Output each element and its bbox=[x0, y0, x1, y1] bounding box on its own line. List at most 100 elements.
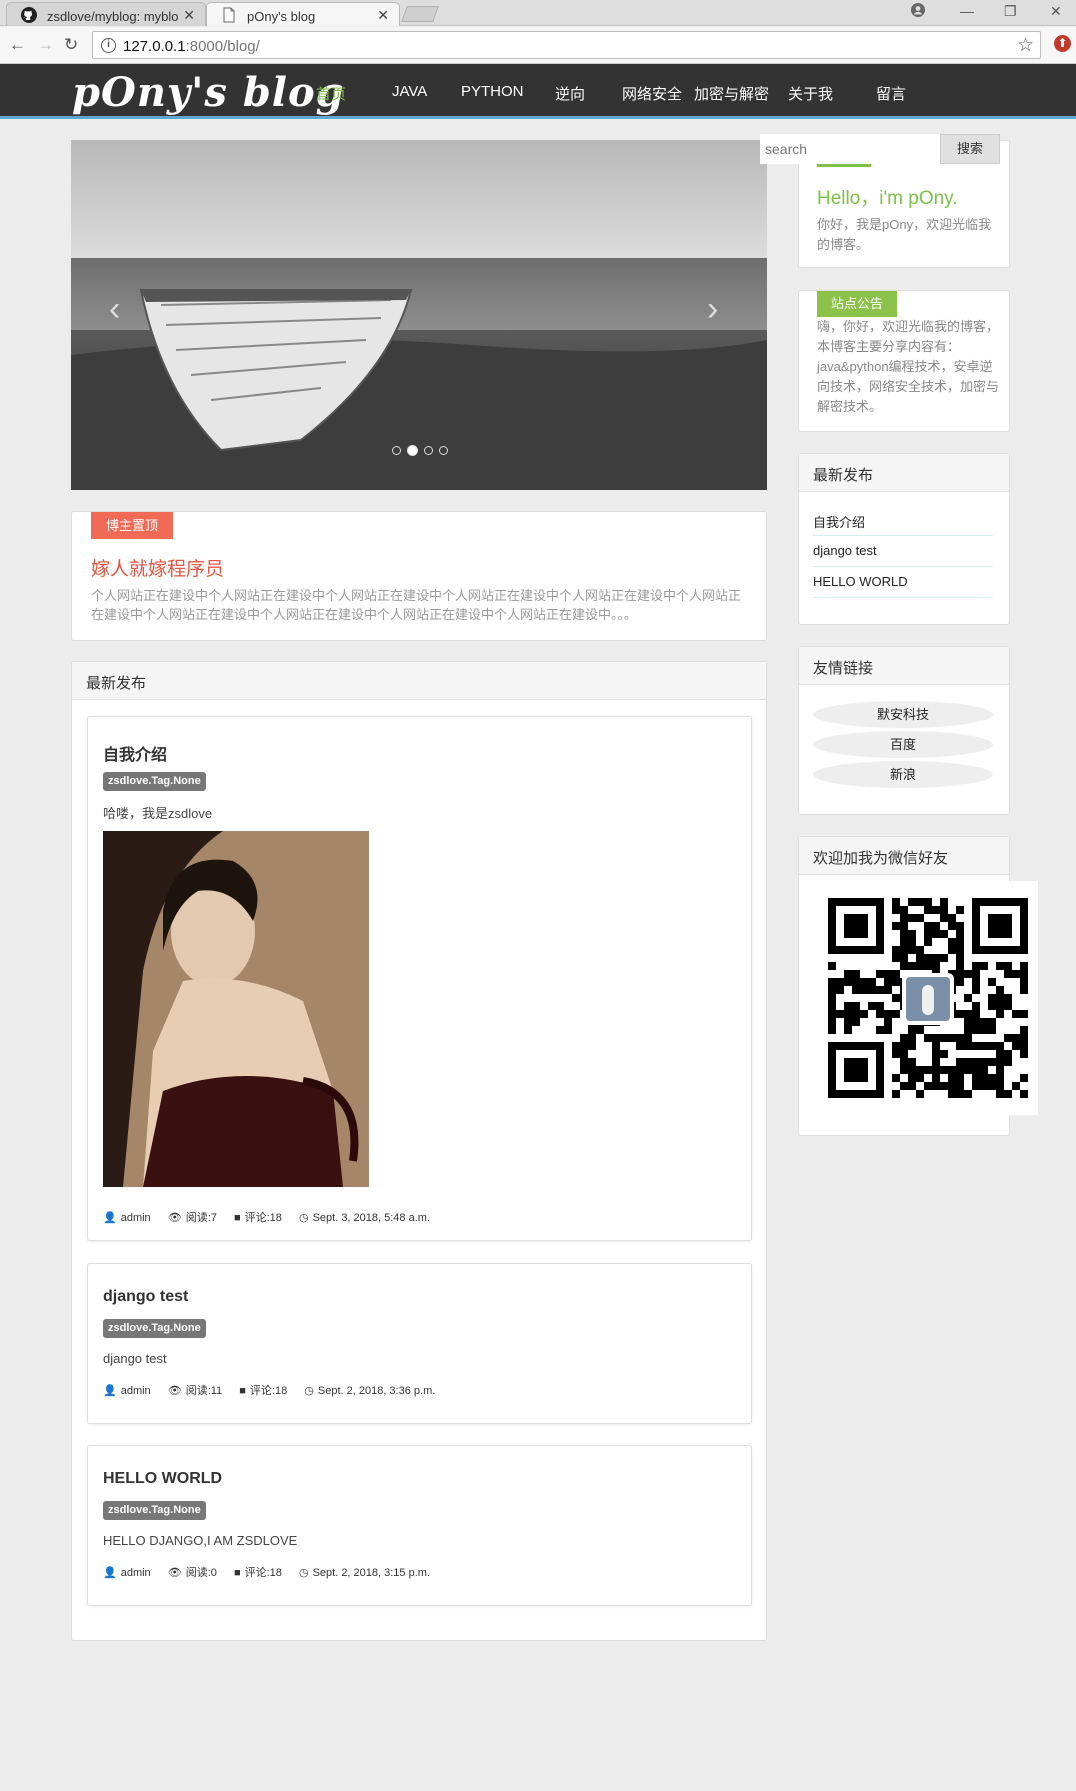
post-card: django test zsdlove.Tag.None django test… bbox=[87, 1263, 752, 1424]
carousel-prev-icon[interactable]: ‹ bbox=[109, 290, 120, 329]
pinned-post-card: 博主置顶 嫁人就嫁程序员 个人网站正在建设中个人网站正在建设中个人网站正在建设中… bbox=[71, 511, 767, 641]
user-icon: 👤 bbox=[103, 1212, 117, 1224]
browser-tabbar: zsdlove/myblog: myblo ✕ pOny's blog ✕ — … bbox=[0, 0, 1076, 26]
comment-icon: ■ bbox=[233, 1212, 241, 1224]
post-tag[interactable]: zsdlove.Tag.None bbox=[103, 1501, 206, 1520]
about-text: 你好，我是pOny，欢迎光临我的博客。 bbox=[817, 217, 992, 252]
reload-icon[interactable]: ↻ bbox=[64, 36, 78, 54]
site-logo[interactable]: pOny's blog bbox=[72, 69, 345, 116]
post-tag[interactable]: zsdlove.Tag.None bbox=[103, 1319, 206, 1338]
post-reads: 阅读:0 bbox=[185, 1567, 217, 1579]
post-card: 自我介绍 zsdlove.Tag.None 哈喽，我是zsdlove 👤 admi… bbox=[87, 716, 752, 1241]
carousel-dot[interactable] bbox=[392, 446, 401, 456]
wechat-card: 欢迎加我为微信好友 bbox=[798, 836, 1038, 1136]
links-heading: 友情链接 bbox=[799, 647, 1009, 685]
user-icon: 👤 bbox=[103, 1567, 117, 1579]
github-icon bbox=[21, 7, 37, 23]
post-tag[interactable]: zsdlove.Tag.None bbox=[103, 772, 206, 791]
notice-text: 嗨，你好，欢迎光临我的博客，本博客主要分享内容有：java&python编程技术… bbox=[817, 319, 1000, 414]
post-meta: 👤 admin 👁 阅读:7 ■ 评论:18 ◷ Sept. 3, 2018, 5:48… bbox=[103, 1209, 444, 1225]
browser-tab-github[interactable]: zsdlove/myblog: myblo ✕ bbox=[6, 2, 206, 26]
restore-icon[interactable]: ❐ bbox=[1004, 3, 1017, 20]
user-icon: 👤 bbox=[103, 1385, 117, 1397]
new-tab-button[interactable] bbox=[401, 6, 439, 22]
search-input[interactable] bbox=[760, 134, 940, 164]
recent-posts-card: 最新发布 自我介绍 django test HELLO WORLD bbox=[798, 453, 1010, 625]
site-info-icon[interactable]: i bbox=[101, 38, 116, 53]
nav-java[interactable]: JAVA bbox=[392, 83, 427, 100]
post-excerpt: django test bbox=[103, 1351, 167, 1366]
tab-title: pOny's blog bbox=[247, 9, 316, 24]
address-bar[interactable]: i 127.0.0.1:8000/blog/ ☆ bbox=[92, 31, 1041, 59]
post-excerpt: HELLO DJANGO,I AM ZSDLOVE bbox=[103, 1533, 298, 1548]
nav-guestbook[interactable]: 留言 bbox=[876, 83, 906, 104]
search-form: 搜索 bbox=[760, 134, 1002, 164]
nav-home[interactable]: 首页 bbox=[316, 83, 346, 104]
carousel-dot[interactable] bbox=[424, 446, 433, 456]
minimize-icon[interactable]: — bbox=[960, 3, 974, 19]
post-author[interactable]: admin bbox=[121, 1567, 151, 1579]
post-comments[interactable]: 评论:18 bbox=[245, 1567, 282, 1579]
wechat-qr-code bbox=[818, 881, 1038, 1115]
recent-post-link[interactable]: HELLO WORLD bbox=[813, 567, 993, 598]
nav-security[interactable]: 网络安全 bbox=[622, 83, 682, 104]
post-comments[interactable]: 评论:18 bbox=[250, 1385, 287, 1397]
post-title[interactable]: 自我介绍 bbox=[103, 741, 167, 765]
forward-icon[interactable]: → bbox=[37, 36, 54, 54]
clock-icon: ◷ bbox=[304, 1385, 314, 1397]
friend-links-card: 友情链接 默安科技 百度 新浪 bbox=[798, 646, 1010, 815]
carousel-indicators bbox=[389, 442, 451, 457]
close-tab-icon[interactable]: ✕ bbox=[377, 7, 389, 24]
tab-title: zsdlove/myblog: myblo bbox=[47, 9, 179, 24]
clock-icon: ◷ bbox=[298, 1212, 309, 1224]
post-author[interactable]: admin bbox=[121, 1212, 151, 1224]
nav-reverse[interactable]: 逆向 bbox=[555, 83, 585, 104]
post-date: Sept. 3, 2018, 5:48 a.m. bbox=[312, 1212, 430, 1224]
panel-heading: 最新发布 bbox=[72, 662, 766, 700]
back-icon[interactable]: ← bbox=[9, 36, 26, 54]
post-author[interactable]: admin bbox=[121, 1385, 151, 1397]
carousel-next-icon[interactable]: › bbox=[707, 290, 718, 329]
post-date: Sept. 2, 2018, 3:36 p.m. bbox=[317, 1385, 436, 1397]
about-hello: Hello，i'm pOny. bbox=[817, 188, 958, 209]
qr-avatar bbox=[902, 973, 954, 1025]
nav-crypto[interactable]: 加密与解密 bbox=[694, 83, 769, 104]
friend-link[interactable]: 默安科技 bbox=[813, 701, 993, 728]
recent-post-link[interactable]: 自我介绍 bbox=[813, 505, 993, 536]
wechat-heading: 欢迎加我为微信好友 bbox=[799, 837, 1009, 875]
post-meta: 👤 admin 👁 阅读:11 ■ 评论:18 ◷ Sept. 2, 2018, 3:3… bbox=[103, 1382, 449, 1398]
post-comments[interactable]: 评论:18 bbox=[245, 1212, 282, 1224]
nav-python[interactable]: PYTHON bbox=[461, 83, 524, 100]
site-header: pOny's blog 首页 JAVA PYTHON 逆向 网络安全 加密与解密… bbox=[0, 64, 1076, 119]
pinned-post-title[interactable]: 嫁人就嫁程序员 bbox=[91, 554, 224, 581]
post-title[interactable]: django test bbox=[103, 1288, 188, 1306]
post-date: Sept. 2, 2018, 3:15 p.m. bbox=[312, 1567, 430, 1579]
image-carousel: ‹ › bbox=[71, 140, 767, 490]
carousel-dot[interactable] bbox=[439, 446, 448, 456]
pinned-ribbon: 博主置顶 bbox=[91, 512, 174, 539]
search-button[interactable]: 搜索 bbox=[940, 134, 1000, 164]
post-meta: 👤 admin 👁 阅读:0 ■ 评论:18 ◷ Sept. 2, 2018, 3:15… bbox=[103, 1564, 444, 1580]
page-icon bbox=[223, 7, 235, 23]
pinned-post-description: 个人网站正在建设中个人网站正在建设中个人网站正在建设中个人网站正在建设中个人网站… bbox=[91, 588, 742, 622]
url-text: 127.0.0.1:8000/blog/ bbox=[123, 38, 260, 55]
post-excerpt: 哈喽，我是zsdlove bbox=[103, 806, 213, 821]
clock-icon: ◷ bbox=[298, 1567, 309, 1579]
recent-heading: 最新发布 bbox=[799, 454, 1009, 492]
eye-icon: 👁 bbox=[167, 1212, 182, 1224]
browser-tab-active[interactable]: pOny's blog ✕ bbox=[206, 2, 400, 26]
recent-post-link[interactable]: django test bbox=[813, 536, 993, 567]
friend-link[interactable]: 新浪 bbox=[813, 761, 993, 788]
profile-icon[interactable] bbox=[911, 3, 925, 17]
close-window-icon[interactable]: ✕ bbox=[1050, 3, 1062, 20]
close-tab-icon[interactable]: ✕ bbox=[179, 7, 195, 24]
notice-ribbon: 站点公告 bbox=[817, 291, 898, 317]
friend-link[interactable]: 百度 bbox=[813, 731, 993, 758]
post-title[interactable]: HELLO WORLD bbox=[103, 1470, 222, 1488]
nav-about[interactable]: 关于我 bbox=[788, 83, 833, 104]
post-reads: 阅读:11 bbox=[185, 1385, 223, 1397]
post-photo bbox=[103, 831, 369, 1187]
eye-icon: 👁 bbox=[167, 1385, 182, 1397]
extension-icon[interactable]: ⬆ bbox=[1054, 35, 1071, 52]
bookmark-star-icon[interactable]: ☆ bbox=[1017, 34, 1034, 57]
